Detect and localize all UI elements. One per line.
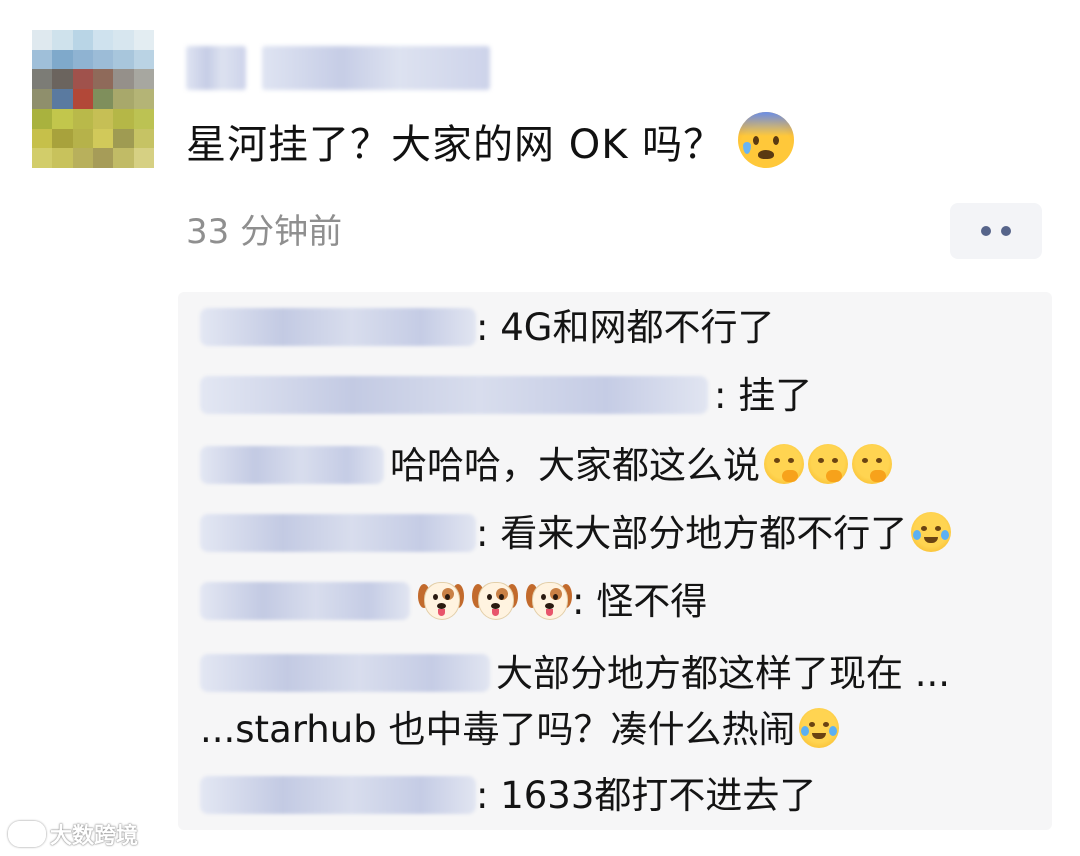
- comment-item[interactable]: : 挂了: [200, 364, 812, 428]
- comment-item[interactable]: 哈哈哈，大家都这么说: [200, 434, 892, 498]
- commenter-name[interactable]: [200, 514, 476, 552]
- comment-item[interactable]: 大部分地方都这样了现在 ...: [200, 642, 950, 706]
- comment-text: : 4G和网都不行了: [476, 306, 775, 349]
- post-text-content: 星河挂了？大家的网 OK 吗？: [186, 122, 725, 168]
- more-actions-button[interactable]: [950, 203, 1042, 259]
- dot-icon: [1001, 226, 1011, 236]
- comment-item[interactable]: : 4G和网都不行了: [200, 296, 774, 360]
- watermark-text: 大数跨境: [50, 824, 139, 849]
- dog-face-icon: [526, 578, 572, 622]
- commenter-name[interactable]: [200, 446, 384, 484]
- comment-item[interactable]: : 1633都打不进去了: [200, 764, 816, 828]
- commenter-name[interactable]: [200, 776, 476, 814]
- face-with-hand-over-mouth-icon: [808, 444, 848, 484]
- loudly-crying-face-icon: [799, 708, 840, 748]
- post-timestamp: 33 分钟前: [186, 212, 343, 252]
- avatar[interactable]: [32, 30, 154, 168]
- comment-text: 大部分地方都这样了现在 ...: [496, 652, 951, 695]
- commenter-name[interactable]: [200, 582, 410, 620]
- comment-item[interactable]: : 怪不得: [200, 570, 707, 634]
- commenter-name[interactable]: [200, 376, 708, 414]
- watermark: 大数跨境: [8, 818, 138, 850]
- commenter-name[interactable]: [200, 308, 476, 346]
- dog-face-icon: [418, 578, 464, 622]
- face-with-hand-over-mouth-icon: [764, 444, 804, 484]
- face-with-tears-of-joy-icon: [911, 512, 952, 552]
- comment-text: 哈哈哈，大家都这么说: [390, 444, 760, 487]
- commenter-name[interactable]: [200, 654, 490, 692]
- dot-icon: [981, 226, 991, 236]
- comment-text: ...starhub 也中毒了吗？凑什么热闹: [200, 708, 796, 751]
- face-with-hand-over-mouth-icon: [852, 444, 892, 484]
- comment-item[interactable]: : 看来大部分地方都不行了: [200, 502, 952, 566]
- dog-face-icon: [472, 578, 518, 622]
- comments-panel: : 4G和网都不行了 : 挂了 哈哈哈，大家都这么说 : 看来大部分地方都不行了…: [178, 292, 1052, 830]
- watermark-logo-icon: [8, 821, 46, 847]
- comment-text: : 1633都打不进去了: [476, 774, 817, 817]
- post-text: 星河挂了？大家的网 OK 吗？: [186, 112, 795, 177]
- comment-item-continuation[interactable]: ...starhub 也中毒了吗？凑什么热闹: [200, 698, 840, 762]
- comment-text: : 挂了: [714, 374, 813, 417]
- comment-text: : 怪不得: [572, 580, 708, 623]
- anxious-face-with-sweat-icon: [738, 112, 795, 168]
- comment-text: : 看来大部分地方都不行了: [476, 512, 908, 555]
